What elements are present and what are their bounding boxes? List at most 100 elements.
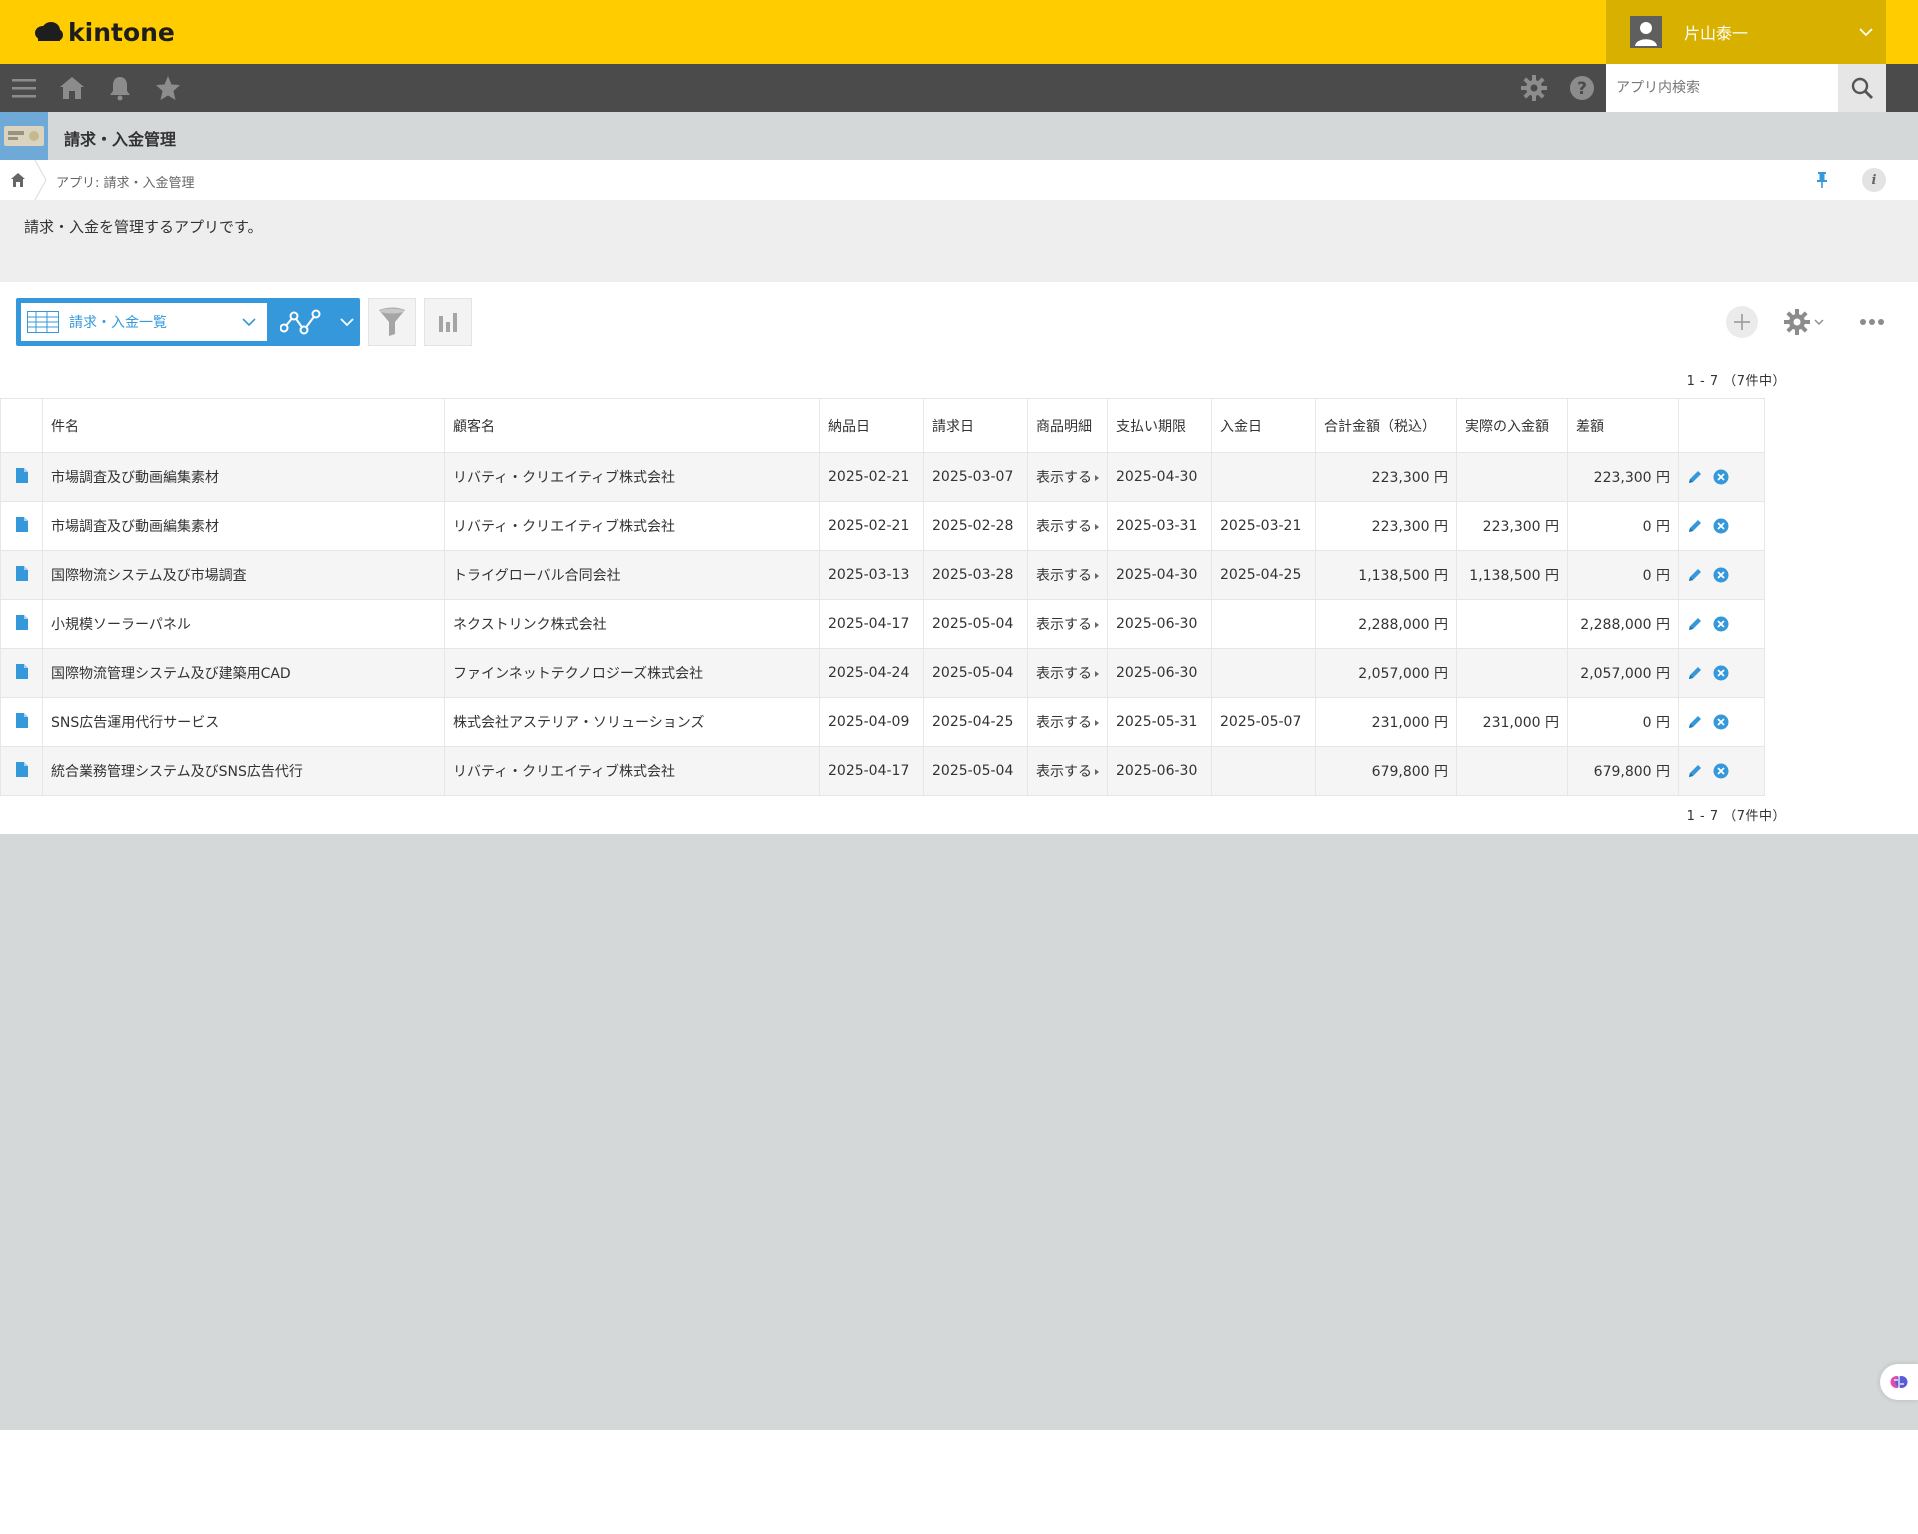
edit-pencil-icon[interactable] xyxy=(1687,616,1703,632)
list-toolbar: 請求・入金一覧 1 - 7 （7件中） xyxy=(0,282,1918,398)
cell-subject: 国際物流システム及び市場調査 xyxy=(42,550,445,600)
cell-product-detail[interactable]: 表示する xyxy=(1027,648,1108,698)
cell-delivery-date: 2025-04-24 xyxy=(819,648,924,698)
document-icon xyxy=(15,565,28,581)
record-detail-link[interactable] xyxy=(0,550,43,600)
more-options-button[interactable] xyxy=(1852,304,1892,340)
edit-pencil-icon[interactable] xyxy=(1687,518,1703,534)
column-header-total-amount[interactable]: 合計金額（税込） xyxy=(1315,398,1457,453)
logo-text: kintone xyxy=(68,17,175,47)
column-header-product-detail[interactable]: 商品明細 xyxy=(1027,398,1108,453)
cell-due-date: 2025-06-30 xyxy=(1107,648,1212,698)
record-detail-link[interactable] xyxy=(0,599,43,649)
cell-product-detail[interactable]: 表示する xyxy=(1027,550,1108,600)
column-header-delivery-date[interactable]: 納品日 xyxy=(819,398,924,453)
kintone-logo[interactable]: kintone xyxy=(34,14,175,50)
cell-delivery-date: 2025-03-13 xyxy=(819,550,924,600)
edit-pencil-icon[interactable] xyxy=(1687,665,1703,681)
cell-difference: 0 円 xyxy=(1567,501,1679,551)
document-icon xyxy=(15,663,28,679)
menu-icon[interactable] xyxy=(10,74,38,102)
cell-product-detail[interactable]: 表示する xyxy=(1027,501,1108,551)
cell-delivery-date: 2025-02-21 xyxy=(819,501,924,551)
app-settings-button[interactable] xyxy=(1780,304,1828,340)
view-dropdown[interactable]: 請求・入金一覧 xyxy=(21,303,267,341)
search-icon xyxy=(1851,77,1873,99)
record-detail-link[interactable] xyxy=(0,746,43,796)
user-menu[interactable]: 片山泰一 xyxy=(1606,0,1886,64)
column-header-billing-date[interactable]: 請求日 xyxy=(923,398,1028,453)
cell-product-detail[interactable]: 表示する xyxy=(1027,452,1108,502)
delete-circle-icon[interactable] xyxy=(1713,763,1729,779)
chevron-down-icon[interactable] xyxy=(1846,0,1886,64)
app-search-input[interactable] xyxy=(1606,64,1838,112)
info-icon[interactable]: i xyxy=(1862,168,1886,192)
show-detail-link[interactable]: 表示する xyxy=(1036,666,1099,682)
delete-circle-icon[interactable] xyxy=(1713,518,1729,534)
show-detail-link[interactable]: 表示する xyxy=(1036,568,1099,584)
bar-chart-icon xyxy=(439,313,457,332)
graph-view-button[interactable] xyxy=(274,303,358,341)
record-detail-link[interactable] xyxy=(0,501,43,551)
cell-delivery-date: 2025-04-09 xyxy=(819,697,924,747)
column-header-difference[interactable]: 差額 xyxy=(1567,398,1679,453)
edit-pencil-icon[interactable] xyxy=(1687,714,1703,730)
record-detail-link[interactable] xyxy=(0,452,43,502)
search-button[interactable] xyxy=(1838,64,1886,112)
show-detail-link[interactable]: 表示する xyxy=(1036,470,1099,486)
cell-customer: トライグローバル合同会社 xyxy=(444,550,820,600)
cell-billing-date: 2025-04-25 xyxy=(923,697,1028,747)
cell-product-detail[interactable]: 表示する xyxy=(1027,599,1108,649)
table-header-row: 件名 顧客名 納品日 請求日 商品明細 支払い期限 入金日 合計金額（税込） 実際の入金額 差額 xyxy=(0,398,1765,453)
column-header-payment-date[interactable]: 入金日 xyxy=(1211,398,1316,453)
cell-paid-amount xyxy=(1456,599,1568,649)
edit-pencil-icon[interactable] xyxy=(1687,763,1703,779)
column-header-paid-amount[interactable]: 実際の入金額 xyxy=(1456,398,1568,453)
cell-payment-date: 2025-05-07 xyxy=(1211,697,1316,747)
gear-icon[interactable] xyxy=(1520,74,1548,102)
cell-payment-date xyxy=(1211,648,1316,698)
home-icon[interactable] xyxy=(58,74,86,102)
graph-settings-button[interactable] xyxy=(424,298,472,346)
cell-actions xyxy=(1678,648,1765,698)
chevron-down-icon xyxy=(237,303,261,341)
row-actions xyxy=(1680,763,1764,779)
breadcrumb-home-icon[interactable] xyxy=(8,170,28,190)
filter-button[interactable] xyxy=(368,298,416,346)
show-detail-label: 表示する xyxy=(1036,470,1092,486)
show-detail-label: 表示する xyxy=(1036,519,1092,535)
column-header-due-date[interactable]: 支払い期限 xyxy=(1107,398,1212,453)
star-icon[interactable] xyxy=(154,74,182,102)
delete-circle-icon[interactable] xyxy=(1713,616,1729,632)
delete-circle-icon[interactable] xyxy=(1713,567,1729,583)
help-icon[interactable]: ? xyxy=(1568,74,1596,102)
edit-pencil-icon[interactable] xyxy=(1687,469,1703,485)
user-name: 片山泰一 xyxy=(1684,24,1749,43)
cell-billing-date: 2025-02-28 xyxy=(923,501,1028,551)
delete-circle-icon[interactable] xyxy=(1713,665,1729,681)
table-row: 市場調査及び動画編集素材 リバティ・クリエイティブ株式会社 2025-02-21 20… xyxy=(0,501,1765,551)
record-detail-link[interactable] xyxy=(0,648,43,698)
cell-product-detail[interactable]: 表示する xyxy=(1027,697,1108,747)
delete-circle-icon[interactable] xyxy=(1713,714,1729,730)
delete-circle-icon[interactable] xyxy=(1713,469,1729,485)
show-detail-link[interactable]: 表示する xyxy=(1036,519,1099,535)
pin-icon[interactable] xyxy=(1810,168,1834,192)
table-row: 市場調査及び動画編集素材 リバティ・クリエイティブ株式会社 2025-02-21 20… xyxy=(0,452,1765,502)
bell-icon[interactable] xyxy=(106,74,134,102)
show-detail-link[interactable]: 表示する xyxy=(1036,764,1099,780)
breadcrumb-app-link[interactable]: アプリ: 請求・入金管理 xyxy=(56,172,195,191)
assistant-button[interactable] xyxy=(1880,1364,1918,1400)
show-detail-link[interactable]: 表示する xyxy=(1036,617,1099,633)
cell-product-detail[interactable]: 表示する xyxy=(1027,746,1108,796)
app-header: 請求・入金管理 xyxy=(0,112,1918,160)
show-detail-link[interactable]: 表示する xyxy=(1036,715,1099,731)
record-detail-link[interactable] xyxy=(0,697,43,747)
app-icon[interactable] xyxy=(0,112,48,160)
cell-total-amount: 679,800 円 xyxy=(1315,746,1457,796)
cell-difference: 2,057,000 円 xyxy=(1567,648,1679,698)
column-header-customer[interactable]: 顧客名 xyxy=(444,398,820,453)
add-record-button[interactable] xyxy=(1726,306,1758,338)
column-header-subject[interactable]: 件名 xyxy=(42,398,445,453)
edit-pencil-icon[interactable] xyxy=(1687,567,1703,583)
